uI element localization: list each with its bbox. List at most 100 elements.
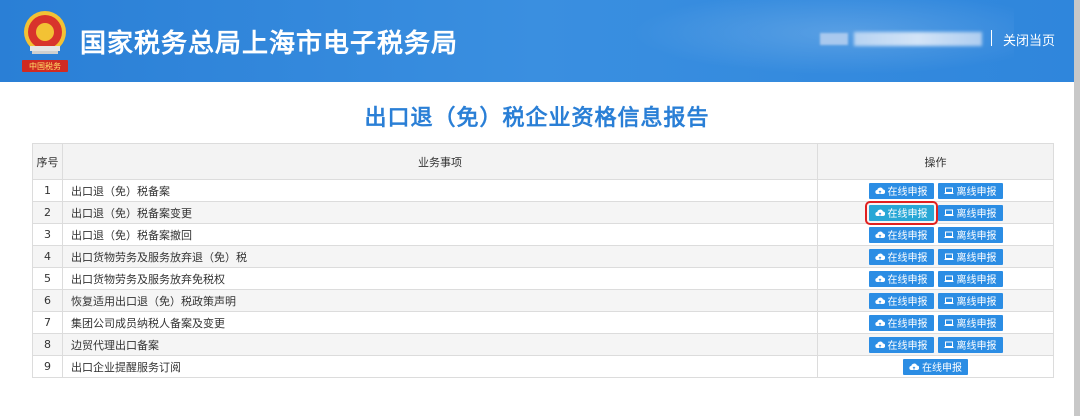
row-number: 7 bbox=[32, 311, 63, 334]
row-actions: 在线申报 离线申报 bbox=[817, 289, 1054, 312]
scrollbar-thumb[interactable] bbox=[1074, 0, 1080, 416]
site-title: 国家税务总局上海市电子税务局 bbox=[80, 29, 459, 59]
page-title: 出口退（免）税企业资格信息报告 bbox=[364, 106, 710, 131]
online-declare-label: 在线申报 bbox=[887, 341, 928, 352]
row-number: 6 bbox=[32, 289, 63, 312]
row-actions: 在线申报 离线申报 bbox=[817, 333, 1054, 356]
row-actions: 在线申报 离线申报 bbox=[817, 267, 1054, 290]
offline-declare-button[interactable]: 离线申报 bbox=[937, 270, 1003, 287]
row-actions: 在线申报 bbox=[817, 355, 1054, 378]
offline-declare-button[interactable]: 离线申报 bbox=[937, 292, 1003, 309]
column-header-no: 序号 bbox=[32, 143, 63, 180]
row-number: 3 bbox=[32, 223, 63, 246]
row-item: 出口货物劳务及服务放弃免税权 bbox=[62, 267, 818, 290]
laptop-icon bbox=[944, 297, 954, 305]
table-row: 5 出口货物劳务及服务放弃免税权 在线申报 离线申报 bbox=[32, 267, 1054, 290]
cloud-upload-icon bbox=[874, 231, 885, 239]
offline-declare-label: 离线申报 bbox=[956, 341, 997, 352]
cloud-upload-icon bbox=[874, 319, 885, 327]
table-row: 4 出口货物劳务及服务放弃退（免）税 在线申报 离线申报 bbox=[32, 245, 1054, 268]
offline-declare-button[interactable]: 离线申报 bbox=[937, 314, 1003, 331]
laptop-icon bbox=[944, 275, 954, 283]
online-declare-button[interactable]: 在线申报 bbox=[868, 292, 934, 309]
table-row: 3 出口退（免）税备案撤回 在线申报 离线申报 bbox=[32, 223, 1054, 246]
row-actions: 在线申报 离线申报 bbox=[817, 311, 1054, 334]
row-item: 恢复适用出口退（免）税政策声明 bbox=[62, 289, 818, 312]
laptop-icon bbox=[944, 341, 954, 349]
row-item: 出口退（免）税备案 bbox=[62, 179, 818, 202]
row-actions: 在线申报 离线申报 bbox=[817, 200, 1054, 225]
table-row: 2 出口退（免）税备案变更 在线申报 离线申报 bbox=[32, 200, 1054, 225]
cloud-upload-icon bbox=[874, 253, 885, 261]
cloud-upload-icon bbox=[909, 363, 919, 371]
offline-declare-label: 离线申报 bbox=[956, 297, 997, 308]
online-declare-button[interactable]: 在线申报 bbox=[868, 226, 934, 243]
online-declare-label: 在线申报 bbox=[887, 187, 928, 198]
column-header-ops: 操作 bbox=[817, 143, 1054, 180]
offline-declare-button[interactable]: 离线申报 bbox=[937, 336, 1003, 353]
offline-declare-label: 离线申报 bbox=[956, 187, 997, 198]
online-declare-label: 在线申报 bbox=[887, 275, 928, 286]
row-number: 1 bbox=[32, 179, 63, 202]
emblem-seal-text: 中国税务 bbox=[29, 61, 61, 71]
row-actions: 在线申报 离线申报 bbox=[817, 223, 1054, 246]
laptop-icon bbox=[944, 187, 954, 195]
row-item: 边贸代理出口备案 bbox=[62, 333, 818, 356]
offline-declare-button[interactable]: 离线申报 bbox=[937, 248, 1003, 265]
cloud-upload-icon bbox=[874, 209, 885, 217]
row-item: 集团公司成员纳税人备案及变更 bbox=[62, 311, 818, 334]
site-header: 中国税务 国家税务总局上海市电子税务局 关闭当页 bbox=[0, 0, 1074, 82]
row-item: 出口货物劳务及服务放弃退（免）税 bbox=[62, 245, 818, 268]
row-actions: 在线申报 离线申报 bbox=[817, 179, 1054, 202]
row-item: 出口企业提醒服务订阅 bbox=[62, 355, 818, 378]
laptop-icon bbox=[944, 319, 954, 327]
table-row: 1 出口退（免）税备案 在线申报 离线申报 bbox=[32, 179, 1054, 202]
online-declare-label: 在线申报 bbox=[887, 231, 928, 242]
row-number: 2 bbox=[32, 201, 63, 224]
laptop-icon bbox=[944, 253, 954, 261]
online-declare-button[interactable]: 在线申报 bbox=[868, 182, 934, 199]
offline-declare-label: 离线申报 bbox=[956, 231, 997, 242]
table-row: 7 集团公司成员纳税人备案及变更 在线申报 离线申报 bbox=[32, 311, 1054, 334]
table-row: 9 出口企业提醒服务订阅 在线申报 bbox=[32, 355, 1054, 378]
row-number: 9 bbox=[32, 355, 63, 378]
table-row: 6 恢复适用出口退（免）税政策声明 在线申报 离线申报 bbox=[32, 289, 1054, 312]
row-number: 8 bbox=[32, 333, 63, 356]
table-header-row: 序号 业务事项 操作 bbox=[32, 143, 1054, 180]
user-info-redacted bbox=[820, 30, 988, 48]
online-declare-button[interactable]: 在线申报 bbox=[868, 314, 934, 331]
online-declare-button[interactable]: 在线申报 bbox=[868, 248, 934, 265]
online-declare-button[interactable]: 在线申报 bbox=[868, 336, 934, 353]
cloud-upload-icon bbox=[874, 187, 885, 195]
online-declare-label: 在线申报 bbox=[887, 319, 928, 330]
offline-declare-label: 离线申报 bbox=[956, 209, 997, 220]
business-table: 序号 业务事项 操作 1 出口退（免）税备案 在线申报 离线申报 2 出口退（免）税备案变… bbox=[32, 143, 1054, 378]
laptop-icon bbox=[944, 231, 954, 239]
cloud-upload-icon bbox=[874, 275, 885, 283]
online-declare-button[interactable]: 在线申报 bbox=[903, 358, 968, 375]
row-actions: 在线申报 离线申报 bbox=[817, 245, 1054, 268]
vertical-scrollbar[interactable] bbox=[1074, 0, 1080, 416]
online-declare-label: 在线申报 bbox=[922, 363, 962, 374]
offline-declare-button[interactable]: 离线申报 bbox=[937, 226, 1003, 243]
offline-declare-button[interactable]: 离线申报 bbox=[937, 204, 1003, 221]
tax-emblem-icon: 中国税务 bbox=[22, 11, 68, 72]
row-item: 出口退（免）税备案变更 bbox=[62, 201, 818, 224]
online-declare-label: 在线申报 bbox=[887, 297, 928, 308]
offline-declare-label: 离线申报 bbox=[956, 275, 997, 286]
row-item: 出口退（免）税备案撤回 bbox=[62, 223, 818, 246]
header-divider bbox=[991, 30, 992, 46]
laptop-icon bbox=[944, 209, 954, 217]
offline-declare-label: 离线申报 bbox=[956, 253, 997, 264]
cloud-upload-icon bbox=[874, 341, 885, 349]
row-number: 5 bbox=[32, 267, 63, 290]
offline-declare-label: 离线申报 bbox=[956, 319, 997, 330]
close-page-link[interactable]: 关闭当页 bbox=[1003, 30, 1055, 49]
online-declare-label: 在线申报 bbox=[887, 253, 928, 264]
column-header-item: 业务事项 bbox=[62, 143, 818, 180]
online-declare-button[interactable]: 在线申报 bbox=[868, 270, 934, 287]
online-declare-button[interactable]: 在线申报 bbox=[864, 200, 938, 225]
offline-declare-button[interactable]: 离线申报 bbox=[937, 182, 1003, 199]
table-row: 8 边贸代理出口备案 在线申报 离线申报 bbox=[32, 333, 1054, 356]
row-number: 4 bbox=[32, 245, 63, 268]
